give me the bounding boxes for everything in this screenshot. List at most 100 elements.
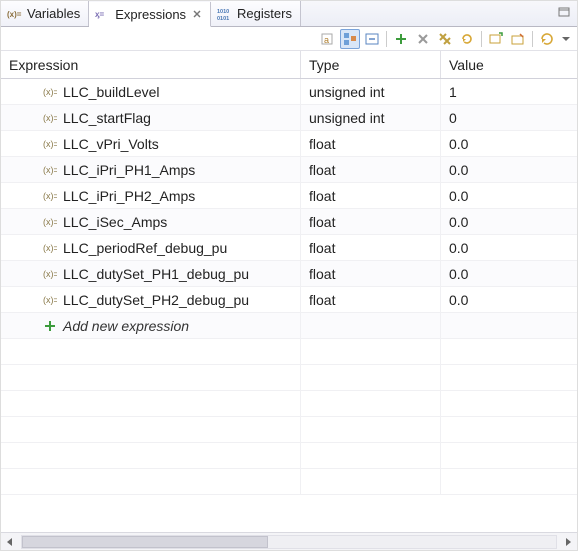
remove-selected-button[interactable] — [413, 29, 433, 49]
cell-value: 0.0 — [441, 183, 577, 208]
tab-label: Registers — [237, 6, 292, 21]
expression-icon: (x)= — [43, 267, 57, 281]
table-row[interactable]: (x)= LLC_buildLevel unsigned int1 — [1, 79, 577, 105]
expression-name: LLC_dutySet_PH1_debug_pu — [63, 266, 249, 282]
cell-type: float — [301, 209, 441, 234]
cell-type: unsigned int — [301, 105, 441, 130]
scroll-thumb[interactable] — [22, 536, 268, 548]
minimize-view-icon[interactable] — [555, 4, 573, 22]
svg-text:(x)=: (x)= — [7, 10, 22, 19]
svg-text:(x)=: (x)= — [43, 243, 57, 253]
cell-type: float — [301, 183, 441, 208]
cell-type: float — [301, 261, 441, 286]
continuous-refresh-button[interactable] — [537, 29, 557, 49]
expression-icon: (x)= — [43, 137, 57, 151]
expression-name: LLC_periodRef_debug_pu — [63, 240, 227, 256]
cell-expression[interactable]: Add new expression — [1, 313, 301, 338]
variables-icon: (x)= — [7, 6, 23, 22]
expression-icon: (x)= — [43, 241, 57, 255]
show-logical-structure-button[interactable] — [340, 29, 360, 49]
cell-value: 0.0 — [441, 157, 577, 182]
svg-text:(x)=: (x)= — [43, 217, 57, 227]
expression-name: LLC_iPri_PH2_Amps — [63, 188, 195, 204]
empty-row — [1, 339, 577, 365]
view-menu-button[interactable] — [559, 29, 573, 49]
column-expression[interactable]: Expression — [1, 51, 301, 78]
add-new-expression-row[interactable]: Add new expression — [1, 313, 577, 339]
cell-value: 1 — [441, 79, 577, 104]
add-expression-button[interactable] — [391, 29, 411, 49]
expressions-table: (x)= LLC_buildLevel unsigned int1 (x)= LLC_s… — [1, 79, 577, 495]
cell-expression: (x)= LLC_iPri_PH2_Amps — [1, 183, 301, 208]
expression-icon: (x)= — [43, 111, 57, 125]
expression-name: LLC_buildLevel — [63, 84, 160, 100]
open-snapshot-button[interactable] — [508, 29, 528, 49]
table-row[interactable]: (x)= LLC_vPri_Volts float0.0 — [1, 131, 577, 157]
expression-name: LLC_iSec_Amps — [63, 214, 167, 230]
cell-value: 0 — [441, 105, 577, 130]
refresh-button[interactable] — [457, 29, 477, 49]
empty-row — [1, 417, 577, 443]
column-value[interactable]: Value — [441, 51, 577, 78]
svg-text:(x)=: (x)= — [43, 139, 57, 149]
table-row[interactable]: (x)= LLC_dutySet_PH1_debug_pu float0.0 — [1, 261, 577, 287]
svg-text:0101: 0101 — [217, 16, 229, 22]
table-row[interactable]: (x)= LLC_startFlag unsigned int0 — [1, 105, 577, 131]
expression-icon: (x)= — [43, 215, 57, 229]
cell-value: 0.0 — [441, 261, 577, 286]
table-row[interactable]: (x)= LLC_iSec_Amps float0.0 — [1, 209, 577, 235]
svg-text:(x)=: (x)= — [43, 295, 57, 305]
expression-name: LLC_iPri_PH1_Amps — [63, 162, 195, 178]
cell-type: float — [301, 287, 441, 312]
scroll-right-button[interactable] — [559, 534, 577, 550]
expressions-icon: ᶍ= — [95, 6, 111, 22]
close-icon[interactable] — [192, 9, 202, 19]
expression-icon: (x)= — [43, 163, 57, 177]
svg-text:ᶍ=: ᶍ= — [95, 10, 104, 19]
cell-value: 0.0 — [441, 287, 577, 312]
cell-value: 0.0 — [441, 235, 577, 260]
expression-icon: (x)= — [43, 189, 57, 203]
empty-row — [1, 391, 577, 417]
expression-name: LLC_vPri_Volts — [63, 136, 159, 152]
cell-type — [301, 313, 441, 338]
view-tabbar: (x)= Variables ᶍ= Expressions 10100101 R… — [1, 1, 577, 27]
table-row[interactable]: (x)= LLC_dutySet_PH2_debug_pu float0.0 — [1, 287, 577, 313]
tab-expressions[interactable]: ᶍ= Expressions — [89, 2, 211, 27]
column-type[interactable]: Type — [301, 51, 441, 78]
expression-name: LLC_dutySet_PH2_debug_pu — [63, 292, 249, 308]
new-watch-view-button[interactable] — [486, 29, 506, 49]
svg-text:a: a — [324, 35, 329, 45]
cell-expression: (x)= LLC_iSec_Amps — [1, 209, 301, 234]
horizontal-scrollbar[interactable] — [1, 532, 577, 550]
cell-expression: (x)= LLC_dutySet_PH2_debug_pu — [1, 287, 301, 312]
add-icon — [43, 319, 57, 333]
table-header: Expression Type Value — [1, 51, 577, 79]
empty-row — [1, 365, 577, 391]
remove-all-button[interactable] — [435, 29, 455, 49]
cell-type: unsigned int — [301, 79, 441, 104]
registers-icon: 10100101 — [217, 6, 233, 22]
show-type-names-button[interactable]: a — [318, 29, 338, 49]
cell-type: float — [301, 157, 441, 182]
tab-registers[interactable]: 10100101 Registers — [211, 1, 301, 26]
tab-variables[interactable]: (x)= Variables — [1, 1, 89, 26]
tab-label: Variables — [27, 6, 80, 21]
expression-name: LLC_startFlag — [63, 110, 151, 126]
table-row[interactable]: (x)= LLC_iPri_PH2_Amps float0.0 — [1, 183, 577, 209]
cell-value: 0.0 — [441, 209, 577, 234]
cell-value: 0.0 — [441, 131, 577, 156]
cell-expression: (x)= LLC_periodRef_debug_pu — [1, 235, 301, 260]
scroll-track[interactable] — [21, 535, 557, 549]
expression-icon: (x)= — [43, 85, 57, 99]
svg-text:(x)=: (x)= — [43, 113, 57, 123]
scroll-left-button[interactable] — [1, 534, 19, 550]
cell-expression: (x)= LLC_startFlag — [1, 105, 301, 130]
table-row[interactable]: (x)= LLC_iPri_PH1_Amps float0.0 — [1, 157, 577, 183]
add-new-label: Add new expression — [63, 318, 189, 334]
svg-text:1010: 1010 — [217, 9, 229, 15]
cell-type: float — [301, 131, 441, 156]
table-row[interactable]: (x)=LLC_periodRef_debug_pufloat0.0 — [1, 235, 577, 261]
collapse-all-button[interactable] — [362, 29, 382, 49]
svg-text:(x)=: (x)= — [43, 191, 57, 201]
